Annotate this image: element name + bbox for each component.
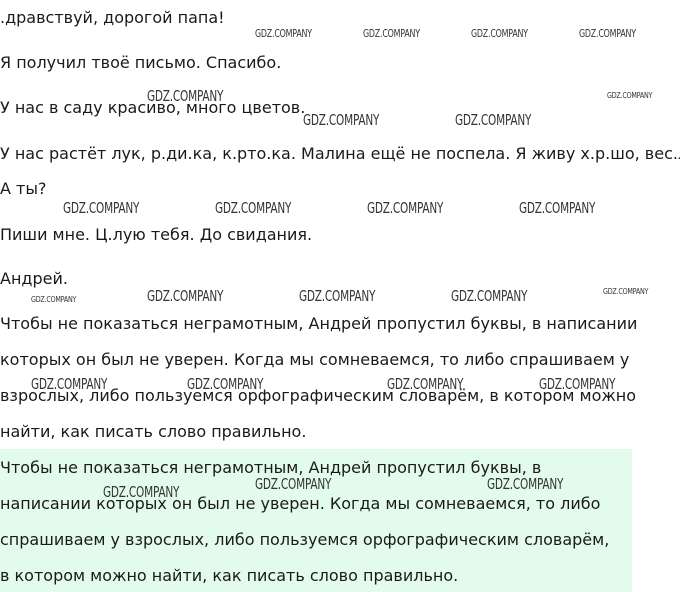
watermark: GDZ.COMPANY bbox=[255, 475, 332, 493]
watermark: GDZ.COMPANY bbox=[299, 287, 376, 305]
watermark: GDZ.COMPANY bbox=[63, 199, 140, 217]
watermark: GDZ.COMPANY bbox=[519, 199, 596, 217]
answer-line: спрашиваем у взрослых, либо пользуемся о… bbox=[0, 530, 610, 549]
answer-line: в котором можно найти, как писать слово … bbox=[0, 566, 459, 585]
watermark: GDZ.COMPANY bbox=[147, 287, 224, 305]
watermark: GDZ.COMPANY bbox=[31, 375, 108, 393]
watermark: GDZ.COMPANY bbox=[607, 91, 653, 100]
watermark: GDZ.COMPANY bbox=[255, 27, 312, 40]
watermark: GDZ.COMPANY bbox=[539, 375, 616, 393]
watermark: GDZ.COMPANY bbox=[387, 375, 464, 393]
letter-line-4: А ты? bbox=[0, 179, 47, 198]
question-line: найти, как писать слово правильно. bbox=[0, 422, 307, 441]
letter-signature: Андрей. bbox=[0, 269, 68, 288]
watermark: GDZ.COMPANY bbox=[487, 475, 564, 493]
watermark: GDZ.COMPANY bbox=[363, 27, 420, 40]
letter-line-3: У нас растёт лук, р.ди.ка, к.рто.ка. Мал… bbox=[0, 144, 680, 163]
watermark: GDZ.COMPANY bbox=[367, 199, 444, 217]
letter-line-1: Я получил твоё письмо. Спасибо. bbox=[0, 53, 282, 72]
answer-line: написании которых он был не уверен. Когд… bbox=[0, 494, 601, 513]
watermark: GDZ.COMPANY bbox=[31, 295, 77, 304]
watermark: GDZ.COMPANY bbox=[579, 27, 636, 40]
watermark: GDZ.COMPANY bbox=[471, 27, 528, 40]
watermark: GDZ.COMPANY bbox=[603, 287, 649, 296]
watermark: GDZ.COMPANY bbox=[187, 375, 264, 393]
watermark: GDZ.COMPANY bbox=[455, 111, 532, 129]
watermark: GDZ.COMPANY bbox=[103, 483, 180, 501]
watermark: GDZ.COMPANY bbox=[303, 111, 380, 129]
letter-line-5: Пиши мне. Ц.лую тебя. До свидания. bbox=[0, 225, 313, 244]
watermark: GDZ.COMPANY bbox=[147, 87, 224, 105]
watermark: GDZ.COMPANY bbox=[215, 199, 292, 217]
question-line: Чтобы не показаться неграмотным, Андрей … bbox=[0, 314, 638, 333]
question-line: которых он был не уверен. Когда мы сомне… bbox=[0, 350, 630, 369]
watermark: GDZ.COMPANY bbox=[451, 287, 528, 305]
letter-greeting: .дравствуй, дорогой папа! bbox=[0, 8, 225, 27]
